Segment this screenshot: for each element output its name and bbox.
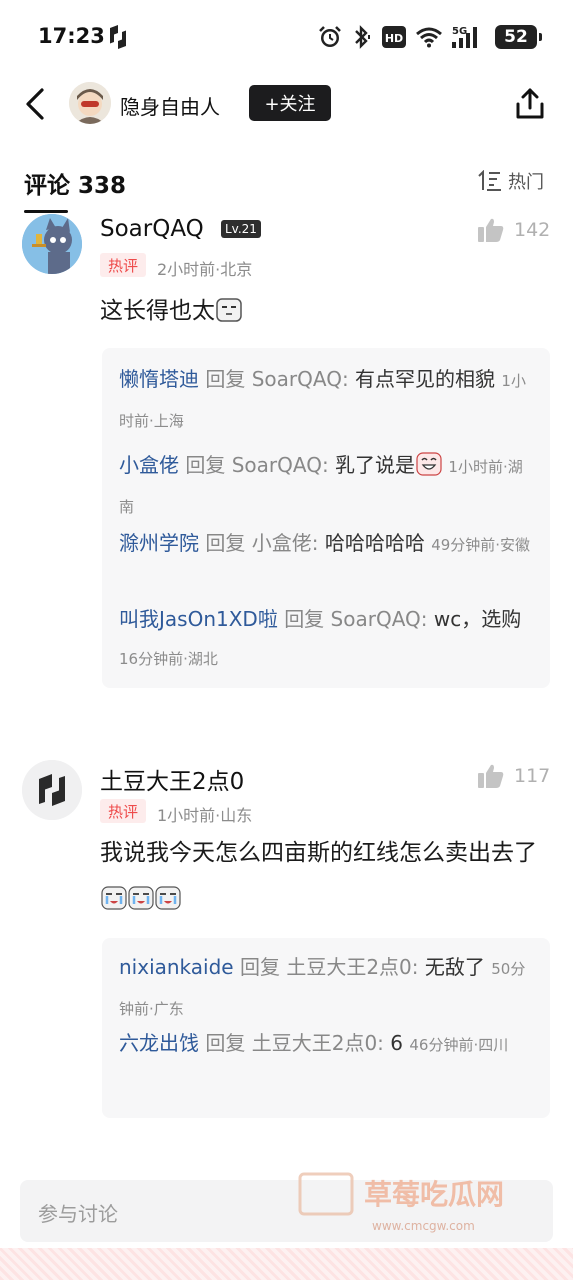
reply-text: 无敌了 xyxy=(424,955,485,979)
crying-face-emoji-icon xyxy=(101,886,127,910)
reply-target[interactable]: SoarQAQ: xyxy=(232,453,329,477)
reply-author[interactable]: 滁州学院 xyxy=(119,531,199,555)
like-button[interactable]: 142 xyxy=(478,218,550,242)
commenter-name[interactable]: 土豆大王2点0 xyxy=(100,762,244,796)
crying-face-emoji-icon xyxy=(155,886,181,910)
follow-button[interactable]: +关注 xyxy=(249,85,331,121)
comment-text-body: 这长得也太 xyxy=(100,298,215,324)
reply-item[interactable]: 小盒佬 回复 SoarQAQ: 乳了说是 1小时前·湖南 xyxy=(119,446,537,526)
like-button[interactable]: 117 xyxy=(478,764,550,788)
site-watermark-logo: 草莓吃瓜网 www.cmcgw.com xyxy=(298,1172,504,1233)
level-badge: Lv.21 xyxy=(221,220,261,238)
replies-box[interactable]: nixiankaide 回复 土豆大王2点0: 无敌了 50分钟前·广东 六龙出… xyxy=(102,938,550,1118)
hd-icon: HD xyxy=(382,26,406,48)
like-count: 117 xyxy=(514,765,551,787)
bottom-decorative-strip xyxy=(0,1248,573,1280)
battery-level: 52 xyxy=(504,27,528,47)
reply-author[interactable]: 叫我JasOn1XD啦 xyxy=(119,607,278,631)
comment-text-body: 我说我今天怎么四亩斯的红线怎么卖出去了 xyxy=(100,840,537,866)
reply-text: 6 xyxy=(390,1031,403,1055)
top-navigation: 隐身自由人 +关注 xyxy=(0,74,573,136)
reply-word: 回复 xyxy=(205,531,246,555)
reply-author[interactable]: nixiankaide xyxy=(119,955,234,979)
reply-item[interactable]: 懒惰塔迪 回复 SoarQAQ: 有点罕见的相貌 1小时前·上海 xyxy=(119,360,537,440)
reply-item[interactable]: nixiankaide 回复 土豆大王2点0: 无敌了 50分钟前·广东 xyxy=(119,948,537,1028)
status-bar: 17:23 HD 5G 52 xyxy=(0,0,573,74)
comment-meta: 2小时前·北京 xyxy=(157,260,253,279)
sort-label: 热门 xyxy=(508,172,544,193)
alarm-icon xyxy=(319,26,341,47)
svg-text:草莓吃瓜网: 草莓吃瓜网 xyxy=(364,1178,504,1211)
commenter-avatar[interactable] xyxy=(22,760,82,820)
hot-comment-tag: 热评 xyxy=(100,253,146,277)
status-icons: HD 5G 52 xyxy=(318,22,542,52)
wifi-icon xyxy=(416,27,442,48)
laughing-face-emoji-icon xyxy=(416,452,442,476)
reply-item[interactable]: 六龙出饯 回复 土豆大王2点0: 6 46分钟前·四川 xyxy=(119,1024,537,1064)
reply-word: 回复 xyxy=(185,453,226,477)
reply-target[interactable]: 土豆大王2点0: xyxy=(252,1031,384,1055)
reply-item[interactable]: 滁州学院 回复 小盒佬: 哈哈哈哈哈 49分钟前·安徽 xyxy=(119,524,537,564)
comments-header: 评论 338 热门 xyxy=(0,160,573,213)
signal-5g-icon: 5G xyxy=(452,26,477,48)
replies-box[interactable]: 懒惰塔迪 回复 SoarQAQ: 有点罕见的相貌 1小时前·上海 小盒佬 回复 … xyxy=(102,348,550,688)
thumbs-up-icon xyxy=(478,764,504,788)
status-time: 17:23 xyxy=(38,24,105,48)
reply-text: 乳了说是 xyxy=(335,453,416,477)
comment-meta: 1小时前·山东 xyxy=(157,806,253,825)
back-icon[interactable] xyxy=(22,86,50,122)
sort-button[interactable]: 热门 xyxy=(478,168,544,194)
logo-avatar-icon xyxy=(22,760,82,820)
comment-item: SoarQAQ Lv.21 142 热评 2小时前·北京 这长得也太 懒惰塔迪 … xyxy=(0,212,573,692)
thumbs-up-icon xyxy=(478,218,504,242)
user-name[interactable]: 隐身自由人 xyxy=(120,91,220,120)
reply-item[interactable]: 叫我JasOn1XD啦 回复 SoarQAQ: wc，选购 16分钟前·湖北 xyxy=(119,600,537,678)
reply-word: 回复 xyxy=(239,955,280,979)
hot-comment-tag: 热评 xyxy=(100,799,146,823)
reply-meta: 16分钟前·湖北 xyxy=(119,650,218,668)
share-icon[interactable] xyxy=(512,86,548,122)
discussion-input-placeholder: 参与讨论 xyxy=(38,1202,118,1226)
svg-text:HD: HD xyxy=(385,32,403,45)
reply-meta: 49分钟前·安徽 xyxy=(431,536,531,554)
reply-word: 回复 xyxy=(205,1031,246,1055)
crying-face-emoji-icon xyxy=(128,886,154,910)
app-notification-icon xyxy=(110,25,126,49)
battery-icon: 52 xyxy=(495,25,542,49)
commenter-avatar[interactable] xyxy=(22,214,82,274)
bluetooth-icon xyxy=(355,25,370,49)
reply-target[interactable]: SoarQAQ: xyxy=(331,607,428,631)
comment-item: 土豆大王2点0 117 热评 1小时前·山东 我说我今天怎么四亩斯的红线怎么卖出… xyxy=(0,758,573,1158)
reply-text: 有点罕见的相貌 xyxy=(355,367,496,391)
avatar-illustration-icon xyxy=(69,82,111,124)
commenter-name[interactable]: SoarQAQ xyxy=(100,216,204,242)
comment-text[interactable]: 这长得也太 xyxy=(100,288,540,334)
reply-author[interactable]: 懒惰塔迪 xyxy=(119,367,199,391)
comment-text[interactable]: 我说我今天怎么四亩斯的红线怎么卖出去了 xyxy=(100,830,540,922)
reply-word: 回复 xyxy=(205,367,246,391)
svg-text:www.cmcgw.com: www.cmcgw.com xyxy=(372,1219,475,1233)
sort-icon xyxy=(478,170,501,191)
reply-target[interactable]: 小盒佬: xyxy=(252,531,319,555)
reply-word: 回复 xyxy=(284,607,325,631)
reply-author[interactable]: 小盒佬 xyxy=(119,453,179,477)
comments-count-title[interactable]: 评论 338 xyxy=(24,166,126,200)
reply-author[interactable]: 六龙出饯 xyxy=(119,1031,199,1055)
user-avatar[interactable] xyxy=(69,82,111,124)
like-count: 142 xyxy=(514,219,551,241)
cartoon-cat-avatar-icon xyxy=(22,214,82,274)
reply-meta: 46分钟前·四川 xyxy=(409,1036,509,1054)
reply-text: wc，选购 xyxy=(433,607,522,631)
reply-target[interactable]: 土豆大王2点0: xyxy=(286,955,418,979)
svg-text:5G: 5G xyxy=(452,26,467,37)
reply-target[interactable]: SoarQAQ: xyxy=(252,367,349,391)
speechless-face-emoji-icon xyxy=(216,298,242,322)
reply-text: 哈哈哈哈哈 xyxy=(324,531,425,555)
